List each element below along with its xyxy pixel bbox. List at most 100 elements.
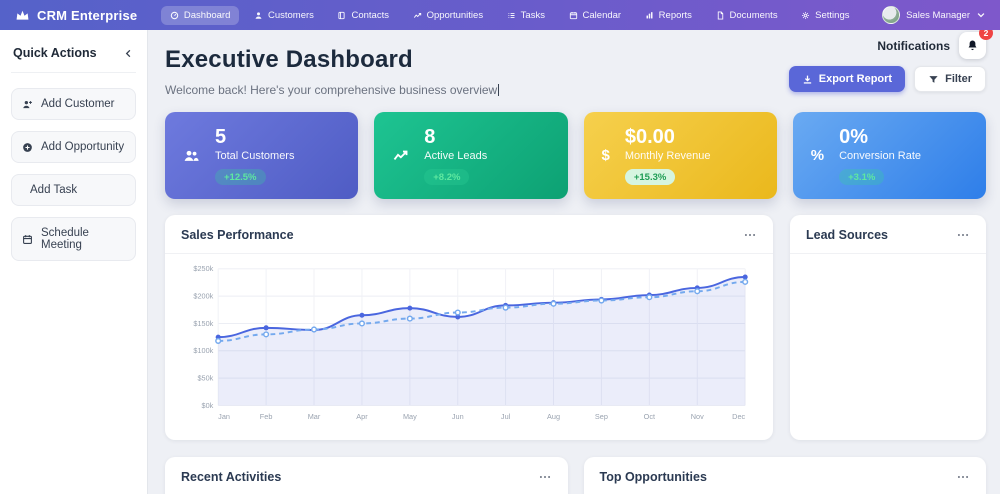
sales-performance-line-chart: $0k$50k$100k$150k$200k$250kJanFebMarAprM… (177, 261, 761, 423)
notifications-button[interactable]: 2 (959, 32, 986, 59)
recent-activities-title: Recent Activities (181, 470, 281, 484)
user-icon (254, 11, 263, 20)
nav-item-settings[interactable]: Settings (792, 6, 858, 25)
quick-action-add-opportunity[interactable]: Add Opportunity (11, 131, 136, 163)
sidebar-collapse-button[interactable] (123, 48, 134, 59)
stat-label: Total Customers (215, 150, 294, 162)
users-group-icon (183, 147, 200, 164)
brand: CRM Enterprise (14, 8, 137, 23)
stat-card-active-leads: 8Active Leads+8.2% (374, 112, 567, 199)
stat-value: 0% (839, 126, 921, 148)
crm-app-window: CRM Enterprise Dashboard Customers Contact… (0, 0, 1000, 494)
page-subtitle: Welcome back! Here's your comprehensive … (165, 83, 499, 97)
sales-performance-chart: $0k$50k$100k$150k$200k$250kJanFebMarAprM… (165, 254, 773, 425)
stat-card-total-customers: 5Total Customers+12.5% (165, 112, 358, 199)
nav-item-customers[interactable]: Customers (245, 6, 323, 25)
trend-icon (392, 147, 409, 164)
notifications-label: Notifications (877, 39, 950, 53)
top-opportunities-card: Top Opportunities (584, 457, 987, 494)
nav-item-tasks[interactable]: Tasks (498, 6, 554, 25)
ellipsis-icon (956, 228, 970, 242)
svg-text:$150k: $150k (193, 319, 213, 328)
stat-label: Monthly Revenue (625, 150, 711, 162)
quick-action-schedule-meeting[interactable]: Schedule Meeting (11, 217, 136, 261)
stat-change-badge: +15.3% (625, 169, 676, 185)
svg-text:Jul: Jul (501, 412, 511, 421)
download-icon (802, 74, 813, 85)
stat-change-badge: +8.2% (424, 169, 469, 185)
svg-text:Feb: Feb (260, 412, 273, 421)
quick-action-add-task[interactable]: Add Task (11, 174, 136, 206)
svg-text:$100k: $100k (193, 346, 213, 355)
svg-text:$200k: $200k (193, 292, 213, 301)
svg-text:$250k: $250k (193, 264, 213, 273)
notification-count-badge: 2 (979, 30, 993, 40)
stat-value: 5 (215, 126, 294, 148)
sales-performance-title: Sales Performance (181, 228, 294, 242)
stat-value: 8 (424, 126, 487, 148)
export-report-button[interactable]: Export Report (789, 66, 905, 92)
lead-sources-card: Lead Sources (790, 215, 986, 440)
calendar-icon (569, 11, 578, 20)
nav-item-reports[interactable]: Reports (636, 6, 701, 25)
main-content: Executive Dashboard Welcome back! Here's… (148, 30, 1000, 494)
bell-icon (966, 39, 979, 52)
svg-text:May: May (403, 412, 417, 421)
header-controls: Notifications 2 Export Report (789, 32, 986, 92)
ellipsis-icon (538, 470, 552, 484)
quick-action-add-customer[interactable]: Add Customer (11, 88, 136, 120)
stat-label: Conversion Rate (839, 150, 921, 162)
recent-activities-menu-button[interactable] (538, 470, 552, 484)
sales-performance-card: Sales Performance $0k $50k $100k $150k $200k… (165, 215, 773, 440)
ellipsis-icon (956, 470, 970, 484)
nav-item-opportunities[interactable]: Opportunities (404, 6, 493, 25)
stat-card-conversion-rate: % 0% Conversion Rate +3.1% (793, 112, 986, 199)
top-opportunities-title: Top Opportunities (600, 470, 707, 484)
trend-icon (413, 11, 422, 20)
quick-actions-sidebar: Quick Actions Add Customer Add Opportunit… (0, 30, 148, 494)
gauge-icon (170, 11, 179, 20)
svg-text:Jun: Jun (452, 412, 464, 421)
text-cursor (498, 84, 499, 96)
stat-change-badge: +3.1% (839, 169, 884, 185)
file-icon (716, 11, 725, 20)
calendar-icon (22, 234, 33, 245)
top-opportunities-menu-button[interactable] (956, 470, 970, 484)
brand-name: CRM Enterprise (37, 8, 137, 23)
nav-item-contacts[interactable]: Contacts (328, 6, 398, 25)
list-icon (507, 11, 516, 20)
stat-card-monthly-revenue: $$0.00Monthly Revenue+15.3% (584, 112, 777, 199)
svg-text:Aug: Aug (547, 412, 560, 421)
svg-text:$0k: $0k (202, 401, 214, 410)
filter-button[interactable]: Filter (914, 66, 986, 92)
lead-sources-title: Lead Sources (806, 228, 888, 242)
nav-item-dashboard[interactable]: Dashboard (161, 6, 239, 25)
nav-item-calendar[interactable]: Calendar (560, 6, 631, 25)
svg-text:Mar: Mar (308, 412, 321, 421)
top-nav: CRM Enterprise Dashboard Customers Contact… (0, 0, 1000, 30)
chevron-left-icon (123, 48, 134, 59)
recent-activities-card: Recent Activities (165, 457, 568, 494)
chevron-down-icon (976, 10, 986, 20)
svg-text:Sep: Sep (595, 412, 608, 421)
user-name: Sales Manager (906, 10, 970, 21)
main-nav-items: Dashboard Customers Contacts Opportunities T… (155, 6, 864, 25)
svg-text:$50k: $50k (197, 374, 213, 383)
plus-circle-icon (22, 142, 33, 153)
nav-item-documents[interactable]: Documents (707, 6, 787, 25)
dollar-icon: $ (602, 147, 610, 165)
user-menu[interactable]: Sales Manager (882, 6, 986, 24)
address-book-icon (337, 11, 346, 20)
page-heading: Executive Dashboard Welcome back! Here's… (165, 46, 499, 97)
svg-text:Nov: Nov (691, 412, 704, 421)
crown-icon (14, 8, 31, 23)
gear-icon (801, 11, 810, 20)
svg-text:Oct: Oct (644, 412, 655, 421)
user-avatar (882, 6, 900, 24)
lead-sources-menu-button[interactable] (956, 228, 970, 242)
percent-icon: % (811, 147, 824, 165)
svg-text:Dec: Dec (732, 412, 745, 421)
page-title: Executive Dashboard (165, 46, 499, 74)
sales-performance-menu-button[interactable] (743, 228, 757, 242)
sidebar-title: Quick Actions (13, 46, 97, 60)
